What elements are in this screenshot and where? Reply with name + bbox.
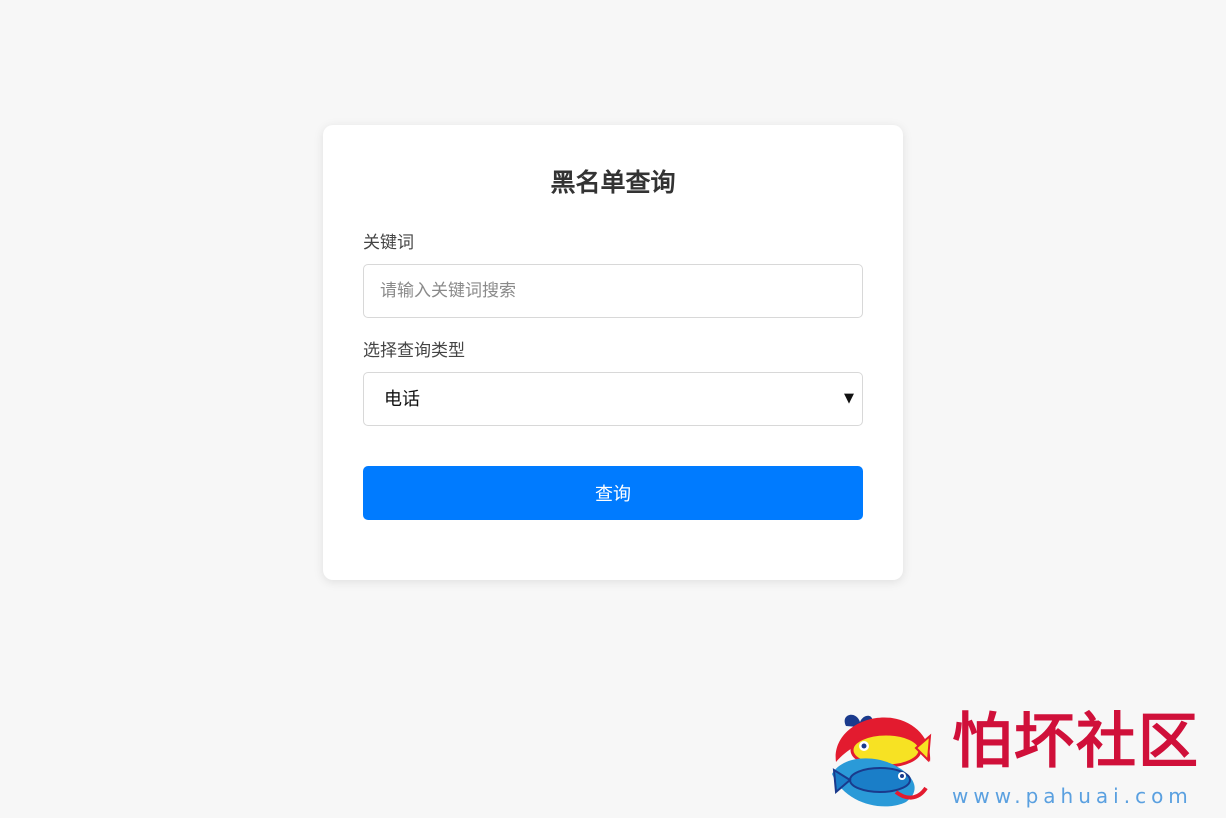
query-type-label: 选择查询类型 — [363, 341, 465, 361]
query-type-selected-value: 电话 — [384, 389, 420, 410]
watermark-fish-logo-icon — [832, 714, 932, 807]
keyword-label: 关键词 — [363, 233, 414, 253]
watermark-name: 怕坏社区 — [952, 707, 1200, 777]
keyword-input[interactable] — [363, 264, 863, 318]
query-type-select[interactable]: 电话 ▼ — [363, 372, 863, 426]
watermark-url: www.pahuai.com — [952, 784, 1193, 808]
search-card: 黑名单查询 关键词 选择查询类型 电话 ▼ 查询 — [323, 125, 903, 580]
dropdown-caret-icon: ▼ — [844, 391, 854, 406]
query-button[interactable]: 查询 — [363, 466, 863, 520]
page-title: 黑名单查询 — [550, 168, 676, 197]
watermark: 怕坏社区 www.pahuai.com — [826, 704, 1216, 812]
